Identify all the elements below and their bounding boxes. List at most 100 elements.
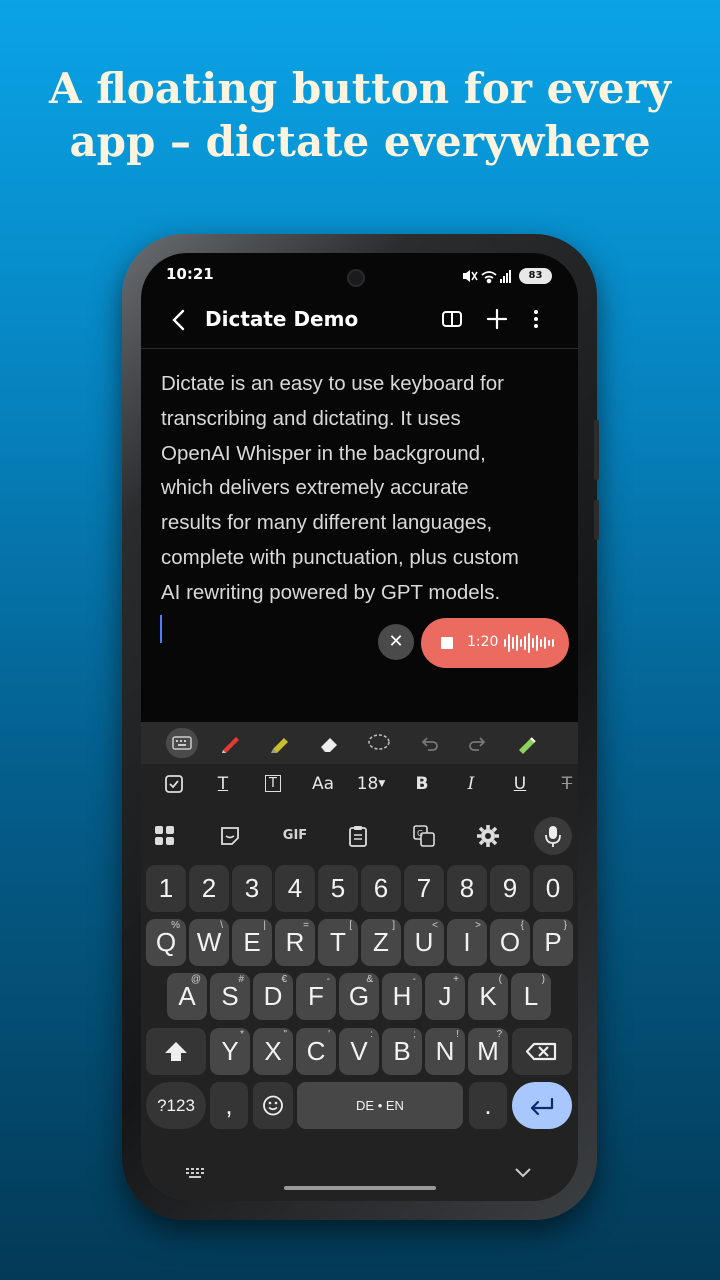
clipboard-icon[interactable] — [347, 824, 369, 848]
key-9[interactable]: 9 — [490, 865, 530, 912]
apps-icon[interactable] — [154, 825, 176, 847]
font-size-button[interactable]: 18▼ — [353, 769, 389, 799]
key-j[interactable]: J + — [425, 973, 465, 1020]
keyboard-grid-icon[interactable] — [185, 1167, 207, 1181]
key-alt: } — [563, 920, 567, 931]
key-b[interactable]: B; — [382, 1028, 422, 1075]
undo-icon[interactable] — [418, 732, 440, 754]
key-i[interactable]: I > — [447, 919, 487, 966]
lasso-icon[interactable] — [366, 732, 392, 754]
key-alt: : — [370, 1029, 373, 1040]
key-alt: ) — [541, 974, 545, 985]
key-alt: ] — [392, 920, 395, 931]
key-q[interactable]: Q% — [146, 919, 186, 966]
enter-button[interactable] — [512, 1082, 572, 1129]
key-s[interactable]: S # — [210, 973, 250, 1020]
key-u[interactable]: U < — [404, 919, 444, 966]
italic-button[interactable]: I — [458, 769, 484, 799]
key-x[interactable]: X " — [253, 1028, 293, 1075]
redo-icon[interactable] — [467, 732, 489, 754]
key-g[interactable]: G & — [339, 973, 379, 1020]
note-line: results for many different languages, — [161, 511, 493, 535]
key-p[interactable]: P} — [533, 919, 573, 966]
sticker-icon[interactable] — [219, 825, 241, 847]
key-0[interactable]: 0 — [533, 865, 573, 912]
key-h[interactable]: H- — [382, 973, 422, 1020]
text-style-button[interactable]: T — [209, 769, 237, 799]
key-o[interactable]: O{ — [490, 919, 530, 966]
period-key[interactable]: . — [469, 1082, 507, 1129]
key-label: S — [221, 981, 239, 1011]
key-n[interactable]: N! — [425, 1028, 465, 1075]
mute-icon — [463, 270, 478, 282]
highlighter-icon[interactable] — [268, 732, 292, 754]
text-box-button[interactable]: T — [259, 769, 287, 799]
key-alt: + — [453, 974, 459, 985]
comma-key[interactable]: , — [210, 1082, 248, 1129]
space-bar[interactable]: DE • EN — [297, 1082, 463, 1129]
eraser-icon[interactable] — [317, 732, 341, 754]
key-e[interactable]: E | — [232, 919, 272, 966]
note-body[interactable]: Dictate is an easy to use keyboard for t… — [161, 367, 561, 611]
key-w[interactable]: W \ — [189, 919, 229, 966]
more-vert-icon[interactable] — [531, 308, 541, 330]
key-5[interactable]: 5 — [318, 865, 358, 912]
wifi-icon — [481, 271, 497, 284]
symbols-button[interactable]: ?123 — [146, 1082, 206, 1129]
font-button[interactable]: Aa — [306, 769, 340, 799]
cancel-recording-button[interactable]: ✕ — [378, 624, 414, 660]
key-label: H — [392, 981, 412, 1011]
key-c[interactable]: C ' — [296, 1028, 336, 1075]
key-3[interactable]: 3 — [232, 865, 272, 912]
gif-icon[interactable]: GIF — [278, 821, 312, 851]
key-z[interactable]: Z] — [361, 919, 401, 966]
key-m[interactable]: M? — [468, 1028, 508, 1075]
backspace-button[interactable] — [512, 1028, 572, 1075]
plus-icon[interactable] — [486, 308, 508, 330]
key-label: W — [196, 927, 222, 957]
home-indicator[interactable] — [284, 1186, 436, 1190]
app-title: Dictate Demo — [205, 307, 359, 331]
key-v[interactable]: V: — [339, 1028, 379, 1075]
chevron-down-icon[interactable] — [513, 1165, 533, 1181]
key-a[interactable]: A @ — [167, 973, 207, 1020]
key-y[interactable]: Y * — [210, 1028, 250, 1075]
mic-icon[interactable] — [534, 817, 572, 855]
stop-icon[interactable] — [441, 637, 453, 649]
keyboard-icon[interactable] — [166, 728, 198, 758]
checkbox-icon[interactable] — [163, 773, 185, 795]
key-l[interactable]: L) — [511, 973, 551, 1020]
status-time: 10:21 — [166, 265, 214, 283]
power-button — [594, 500, 599, 540]
underline-button[interactable]: U — [507, 769, 533, 799]
key-2[interactable]: 2 — [189, 865, 229, 912]
settings-icon[interactable] — [476, 824, 500, 848]
bold-button[interactable]: B — [409, 769, 435, 799]
key-d[interactable]: D € — [253, 973, 293, 1020]
key-6[interactable]: 6 — [361, 865, 401, 912]
recording-pill[interactable]: 1:20 — [421, 618, 569, 668]
back-arrow-icon[interactable] — [169, 308, 191, 332]
phone-screen: 10:21 8 3 Dictate Demo Dictate is an easy… — [141, 253, 578, 1201]
book-icon[interactable] — [441, 309, 463, 329]
shift-button[interactable] — [146, 1028, 206, 1075]
emoji-button[interactable] — [253, 1082, 293, 1129]
key-label: E — [243, 927, 261, 957]
key-k[interactable]: K( — [468, 973, 508, 1020]
key-r[interactable]: R = — [275, 919, 315, 966]
mic-button[interactable] — [534, 817, 572, 855]
key-7[interactable]: 7 — [404, 865, 444, 912]
key-alt: [ — [349, 920, 352, 931]
pen-icon[interactable] — [219, 732, 243, 754]
translate-icon[interactable]: G — [412, 824, 436, 848]
key-f[interactable]: F- — [296, 973, 336, 1020]
key-t[interactable]: T[ — [318, 919, 358, 966]
key-1[interactable]: 1 — [146, 865, 186, 912]
style-pen-icon[interactable] — [515, 732, 539, 754]
waveform-icon — [504, 633, 554, 653]
key-8[interactable]: 8 — [447, 865, 487, 912]
key-4[interactable]: 4 — [275, 865, 315, 912]
strikethrough-button[interactable]: T — [557, 769, 577, 799]
volume-button — [594, 420, 599, 480]
key-label: C — [306, 1036, 326, 1066]
